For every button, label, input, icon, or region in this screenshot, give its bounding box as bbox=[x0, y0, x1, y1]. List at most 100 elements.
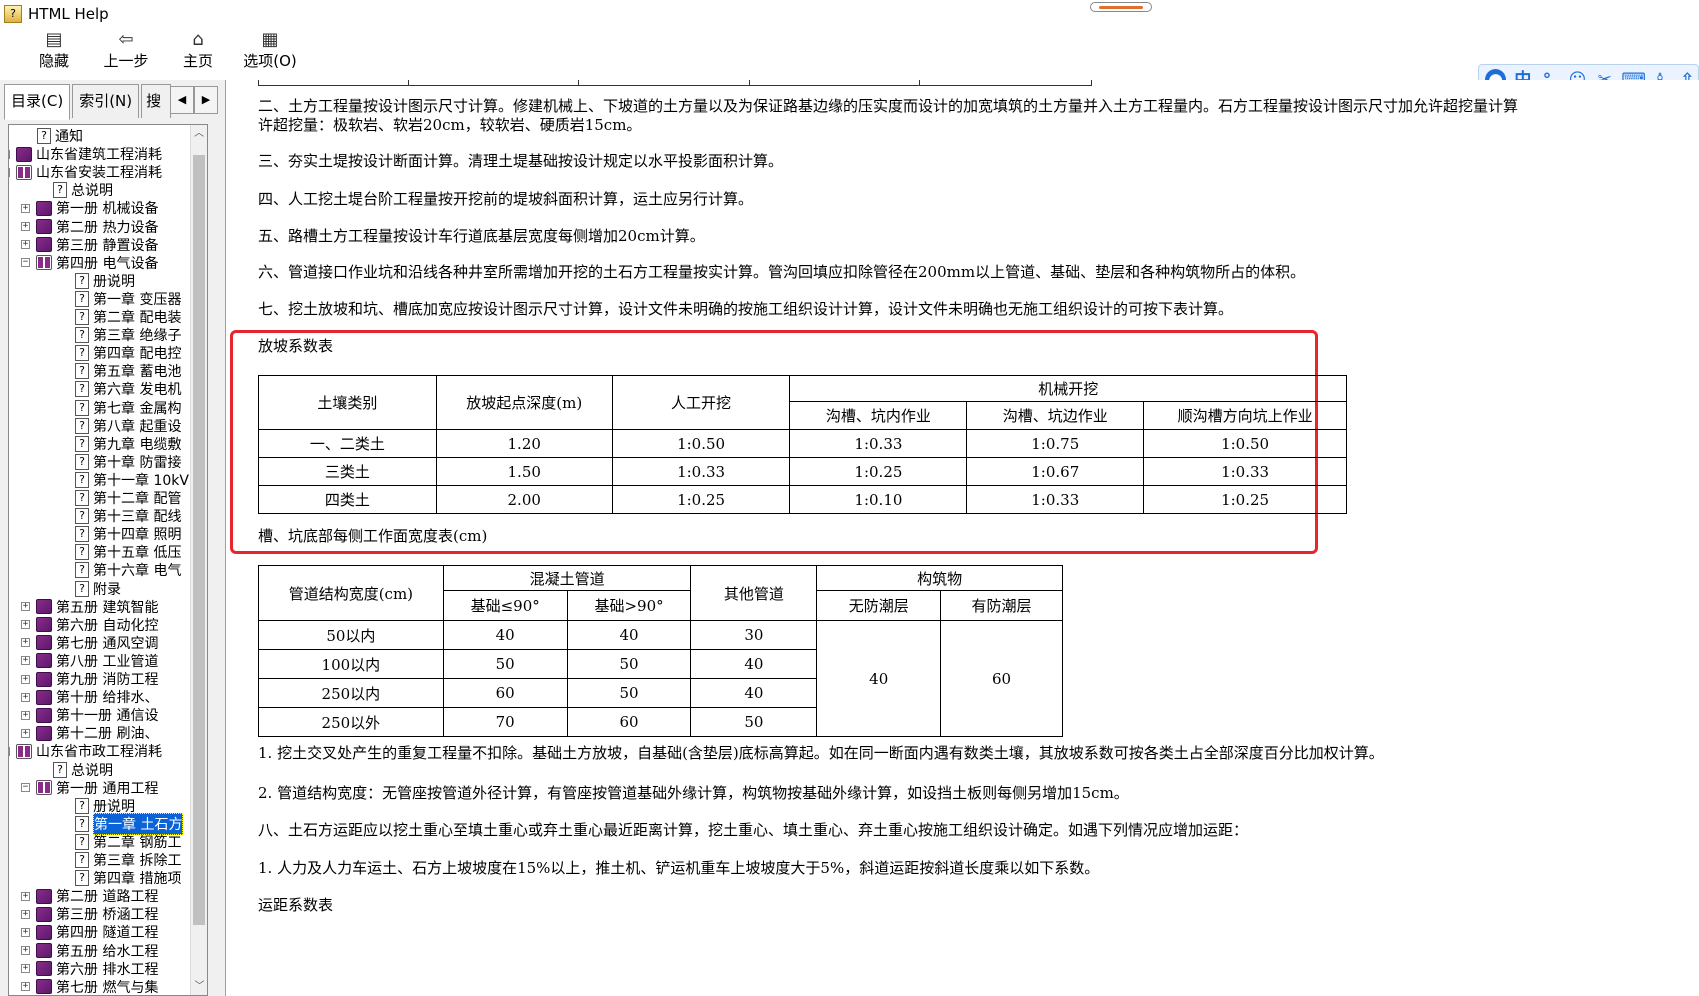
hide-button[interactable]: ▤ 隐藏 bbox=[18, 28, 90, 70]
tree-item-label: 第十二册 刷油、 bbox=[56, 726, 159, 743]
tree-item[interactable]: ? 第一章 土石方 bbox=[75, 812, 184, 835]
previous-table-edge bbox=[258, 80, 1092, 86]
expand-icon[interactable]: + bbox=[9, 149, 10, 159]
tree-item[interactable]: ? 第七章 金属构 bbox=[75, 399, 181, 417]
tab-contents[interactable]: 目录(C) bbox=[4, 84, 71, 120]
expand-icon[interactable]: + bbox=[21, 891, 30, 901]
tree-item[interactable]: + 第三册 桥涵工程 bbox=[21, 905, 158, 923]
tree-item[interactable]: + 第一册 机械设备 bbox=[21, 199, 158, 217]
options-button[interactable]: ▦ 选项(O) bbox=[234, 28, 306, 70]
tree-item[interactable]: + 第五册 给水工程 bbox=[21, 942, 158, 960]
expand-icon[interactable]: + bbox=[21, 909, 30, 919]
collapse-icon[interactable]: − bbox=[21, 258, 30, 268]
tree-item[interactable]: + 第十一册 通信设 bbox=[21, 706, 158, 724]
back-button[interactable]: ⇦ 上一步 bbox=[90, 28, 162, 70]
tree-item[interactable]: − 第一册 通用工程 bbox=[21, 779, 158, 797]
scroll-up-icon[interactable]: ︿ bbox=[191, 125, 207, 142]
tree-item[interactable]: + 第三册 静置设备 bbox=[21, 236, 158, 254]
tree-item[interactable]: ? 第三章 绝缘子 bbox=[75, 326, 181, 344]
tree-item-label: 山东省安装工程消耗 bbox=[36, 165, 162, 182]
window-grip-handle[interactable] bbox=[1090, 2, 1152, 12]
tree-item[interactable]: ? 第三章 拆除工 bbox=[75, 851, 181, 869]
tree-item-label: 第一册 机械设备 bbox=[56, 201, 159, 218]
tree-item[interactable]: ? 总说明 bbox=[53, 181, 113, 199]
expand-icon[interactable]: + bbox=[21, 927, 30, 937]
tree-item[interactable]: ? 第四章 措施项 bbox=[75, 869, 181, 887]
tree-item[interactable]: ? 附录 bbox=[75, 580, 121, 598]
tree-item[interactable]: ? 通知 bbox=[37, 127, 83, 145]
tree-item[interactable]: − 第四册 电气设备 bbox=[21, 254, 158, 272]
tree-item[interactable]: ? 第十六章 电气 bbox=[75, 561, 181, 579]
collapse-icon[interactable]: − bbox=[9, 746, 10, 756]
tree-item[interactable]: + 第四册 隧道工程 bbox=[21, 923, 158, 941]
header-machine-3: 顺沟槽方向坑上作业 bbox=[1143, 401, 1347, 430]
tree-item[interactable]: + 第二册 热力设备 bbox=[21, 218, 158, 236]
tree-scrollbar[interactable]: ︿ ﹀ bbox=[190, 125, 207, 995]
expand-icon[interactable]: + bbox=[21, 203, 30, 213]
tree-item[interactable]: ? 册说明 bbox=[75, 272, 135, 290]
closed-book-icon bbox=[36, 653, 52, 669]
tree-item-label: 附录 bbox=[93, 581, 121, 598]
tree-item[interactable]: ? 第一章 变压器 bbox=[75, 290, 181, 308]
tree-item[interactable]: ? 第五章 蓄电池 bbox=[75, 362, 181, 380]
table-cell: 60 bbox=[442, 678, 568, 708]
tree-item[interactable]: ? 第六章 发电机 bbox=[75, 380, 181, 398]
scroll-thumb[interactable] bbox=[193, 155, 205, 925]
tree-item[interactable]: + 第八册 工业管道 bbox=[21, 652, 158, 670]
expand-icon[interactable]: + bbox=[21, 964, 30, 974]
tree-item[interactable]: + 第二册 道路工程 bbox=[21, 887, 158, 905]
tree-item[interactable]: − 山东省安装工程消耗 bbox=[9, 163, 162, 181]
tree-item[interactable]: + 第六册 自动化控 bbox=[21, 616, 158, 634]
tree-item[interactable]: ? 第十章 防雷接 bbox=[75, 453, 181, 471]
expand-icon[interactable]: + bbox=[21, 620, 30, 630]
header-pipe-width: 管道结构宽度(cm) bbox=[258, 565, 444, 621]
expand-icon[interactable]: + bbox=[21, 656, 30, 666]
expand-icon[interactable]: + bbox=[21, 222, 30, 231]
open-book-icon bbox=[36, 780, 52, 796]
tree-item[interactable]: ? 第二章 配电装 bbox=[75, 308, 181, 326]
slope-table-title: 放坡系数表 bbox=[258, 337, 334, 355]
tree-item[interactable]: ? 第八章 起重设 bbox=[75, 417, 181, 435]
expand-icon[interactable]: + bbox=[21, 638, 30, 648]
tab-search[interactable]: 搜 bbox=[141, 84, 172, 118]
expand-icon[interactable]: + bbox=[21, 692, 30, 702]
collapse-icon[interactable]: − bbox=[21, 783, 30, 793]
expand-icon[interactable]: + bbox=[21, 728, 30, 738]
scroll-down-icon[interactable]: ﹀ bbox=[191, 978, 207, 995]
expand-icon[interactable]: + bbox=[21, 710, 30, 720]
help-page-icon: ? bbox=[37, 128, 51, 144]
tree-item[interactable]: ? 第十三章 配线 bbox=[75, 507, 181, 525]
expand-icon[interactable]: + bbox=[21, 982, 30, 992]
tree-item[interactable]: + 山东省建筑工程消耗 bbox=[9, 145, 162, 163]
tree-item[interactable]: ? 第二章 钢筋工 bbox=[75, 833, 181, 851]
tree-item[interactable]: ? 第十二章 配管 bbox=[75, 489, 181, 507]
tab-scroll-left-icon[interactable]: ◀ bbox=[170, 86, 194, 114]
expand-icon[interactable]: + bbox=[21, 602, 30, 612]
collapse-icon[interactable]: − bbox=[9, 167, 10, 177]
tree-item-label: 第九章 电缆敷 bbox=[93, 436, 182, 453]
tree-item[interactable]: + 第九册 消防工程 bbox=[21, 670, 158, 688]
help-page-icon: ? bbox=[75, 580, 89, 597]
tree-item[interactable]: ? 第九章 电缆敷 bbox=[75, 435, 181, 453]
tree-item[interactable]: ? 第十一章 10kV bbox=[75, 471, 189, 489]
tree-item[interactable]: ? 总说明 bbox=[53, 761, 113, 779]
tree-item[interactable]: ? 第四章 配电控 bbox=[75, 344, 181, 362]
tree-item[interactable]: + 第五册 建筑智能 bbox=[21, 598, 158, 616]
help-page-icon: ? bbox=[53, 761, 67, 778]
tree-item[interactable]: + 第七册 燃气与集 bbox=[21, 978, 158, 995]
expand-icon[interactable]: + bbox=[21, 240, 30, 250]
tree-item-label: 第七册 燃气与集 bbox=[56, 979, 159, 995]
help-page-icon: ? bbox=[75, 544, 89, 561]
tab-scroll-right-icon[interactable]: ▶ bbox=[194, 86, 218, 114]
tree-item[interactable]: ? 第十五章 低压 bbox=[75, 543, 181, 561]
tree-item[interactable]: + 第七册 通风空调 bbox=[21, 634, 158, 652]
tab-index[interactable]: 索引(N) bbox=[72, 84, 140, 118]
tree-item[interactable]: ? 第十四章 照明 bbox=[75, 525, 181, 543]
expand-icon[interactable]: + bbox=[21, 674, 30, 684]
tree-item[interactable]: + 第十二册 刷油、 bbox=[21, 724, 158, 742]
tree-item[interactable]: + 第六册 排水工程 bbox=[21, 960, 158, 978]
home-button[interactable]: ⌂ 主页 bbox=[162, 28, 234, 70]
tree-item[interactable]: − 山东省市政工程消耗 bbox=[9, 742, 162, 760]
tree-item[interactable]: + 第十册 给排水、 bbox=[21, 688, 158, 706]
expand-icon[interactable]: + bbox=[21, 946, 30, 955]
